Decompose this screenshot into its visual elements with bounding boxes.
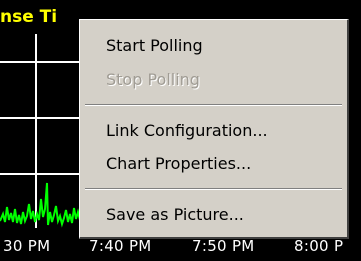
context-menu: Start Polling Stop Polling Link Configur… [79, 19, 349, 239]
menu-separator [85, 104, 342, 106]
x-tick-label: 8:00 P [294, 237, 344, 255]
series-line [0, 182, 80, 228]
menu-item-link-configuration[interactable]: Link Configuration... [106, 121, 268, 140]
menu-item-stop-polling: Stop Polling [106, 70, 200, 89]
x-tick-label: 7:40 PM [89, 237, 152, 255]
response-time-series [0, 182, 80, 228]
menu-item-save-as-picture[interactable]: Save as Picture... [106, 205, 244, 224]
menu-separator [85, 188, 342, 190]
menu-item-chart-properties[interactable]: Chart Properties... [106, 154, 251, 173]
x-tick-label: 7:50 PM [192, 237, 255, 255]
x-tick-label: 30 PM [3, 237, 51, 255]
menu-item-start-polling[interactable]: Start Polling [106, 36, 203, 55]
